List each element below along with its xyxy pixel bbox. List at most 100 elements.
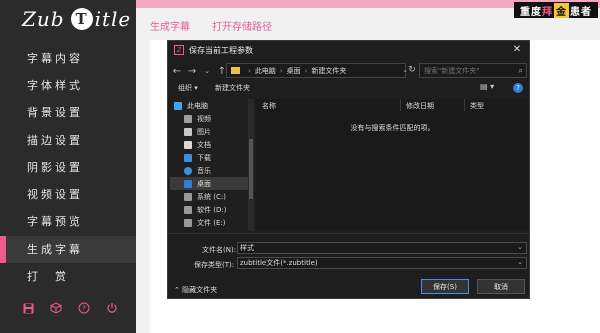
filename-label: 文件名(N): [202, 246, 237, 254]
svg-text:?: ? [82, 305, 86, 313]
save-icon[interactable] [20, 300, 36, 316]
sidebar-item-label: 字幕预览 [27, 215, 83, 228]
breadcrumb-this-pc[interactable]: 此电脑 [255, 66, 276, 76]
dialog-toolbar: 组织 ▾ 新建文件夹 ▤ ▾ ? [168, 81, 529, 97]
breadcrumb-desktop[interactable]: 桌面 [287, 66, 301, 76]
search-input[interactable] [424, 66, 512, 75]
column-header-name[interactable]: 名称 [262, 101, 276, 111]
sidebar-item-shadow[interactable]: 阴影设置 [0, 154, 136, 181]
sidebar-item-font-style[interactable]: 字体样式 [0, 72, 136, 99]
sidebar-item-label: 视频设置 [27, 188, 83, 201]
logo-right: itle [94, 7, 132, 31]
chevron-down-icon[interactable]: ⌄ [201, 64, 213, 78]
logo-t-ring: T [70, 8, 93, 30]
tree-item-label: 系统 (C:) [197, 192, 226, 201]
search-icon: ⌕ [518, 66, 523, 75]
tree-item-label: 桌面 [197, 179, 211, 188]
tree-item-label: 文件 (E:) [197, 218, 226, 227]
close-icon[interactable]: ✕ [511, 43, 523, 55]
tree-item-documents[interactable]: 文档 [170, 138, 248, 151]
forward-icon[interactable]: → [186, 64, 198, 78]
tree-item-label: 下载 [197, 153, 211, 162]
sidebar-item-label: 生成字幕 [27, 243, 83, 256]
brand-badge-part4: 患者 [570, 6, 592, 18]
sidebar-item-label: 背景设置 [27, 106, 83, 119]
tree-item-label: 软件 (D:) [197, 205, 227, 214]
tree-item-drive-d[interactable]: 软件 (D:) [170, 203, 248, 216]
new-folder-button[interactable]: 新建文件夹 [215, 83, 250, 93]
filetype-label: 保存类型(T): [194, 261, 235, 269]
tree-item-label: 视频 [197, 114, 211, 123]
folder-icon [231, 67, 240, 74]
power-icon[interactable] [104, 300, 120, 316]
dialog-title-bar: Z 保存当前工程参数 [168, 41, 529, 59]
cancel-button[interactable]: 取消 [477, 279, 525, 294]
empty-results-message: 没有与搜索条件匹配的项。 [350, 124, 435, 132]
column-header-modified[interactable]: 修改日期 [406, 101, 434, 111]
tree-item-videos[interactable]: 视频 [170, 112, 248, 125]
logo-left: Zub [22, 7, 65, 31]
organize-button[interactable]: 组织 ▾ [178, 83, 198, 93]
back-icon[interactable]: ← [171, 64, 183, 78]
filename-value: 样式 [240, 244, 254, 252]
sidebar-item-subtitle-content[interactable]: 字幕内容 [0, 45, 136, 72]
column-header-type[interactable]: 类型 [470, 101, 484, 111]
app-sidebar: Zub T itle 字幕内容 字体样式 背景设置 描边设置 阴影设置 视频设置… [0, 0, 136, 333]
nav-scrollbar[interactable] [248, 99, 254, 231]
help-icon[interactable]: ? [76, 300, 92, 316]
dialog-title: 保存当前工程参数 [189, 45, 253, 55]
refresh-icon[interactable]: ↻ [406, 64, 418, 76]
filetype-select[interactable]: zubtitle文件(*.zubtitle) ⌄ [237, 257, 527, 269]
tree-item-this-pc[interactable]: 此电脑 [170, 99, 248, 112]
document-icon [184, 140, 192, 149]
brand-badge: 重度 拜 金 患者 [514, 2, 598, 18]
computer-icon [174, 101, 182, 110]
navigation-pane: 此电脑 视频 图片 文档 下载 音乐 桌面 系统 (C:) 软件 (D:) 文件… [170, 99, 254, 231]
tree-item-label: 音乐 [197, 166, 211, 175]
tree-item-drive-e[interactable]: 文件 (E:) [170, 216, 248, 229]
address-bar[interactable]: › 此电脑 › 桌面 › 新建文件夹 [226, 63, 406, 78]
tree-item-music[interactable]: 音乐 [170, 164, 248, 177]
music-icon [184, 166, 192, 175]
video-icon [184, 114, 192, 123]
sidebar-item-label: 阴影设置 [27, 161, 83, 174]
file-list-pane: 名称 修改日期 类型 没有与搜索条件匹配的项。 [256, 99, 529, 231]
sidebar-item-outline[interactable]: 描边设置 [0, 127, 136, 154]
app-logo: Zub T itle [22, 6, 131, 32]
tree-item-drive-c[interactable]: 系统 (C:) [170, 190, 248, 203]
hide-folders-label: 隐藏文件夹 [182, 286, 218, 294]
brand-badge-part1: 重度 [520, 6, 542, 18]
breadcrumb-new-folder[interactable]: 新建文件夹 [311, 66, 346, 76]
address-row: ← → ⌄ ↑ › 此电脑 › 桌面 › 新建文件夹 ⌄ ↻ ⌕ [168, 61, 529, 81]
sidebar-item-label: 描边设置 [27, 134, 83, 147]
sidebar-item-label: 打 赏 [27, 270, 69, 283]
chevron-down-icon[interactable]: ⌄ [517, 243, 523, 251]
tab-open-storage-path[interactable]: 打开存储路径 [212, 18, 272, 33]
filetype-value: zubtitle文件(*.zubtitle) [240, 259, 318, 267]
filename-field[interactable]: 样式 ⌄ [237, 242, 527, 254]
hide-folders-toggle[interactable]: ⌃ 隐藏文件夹 [174, 285, 217, 295]
tree-item-downloads[interactable]: 下载 [170, 151, 248, 164]
search-field[interactable]: ⌕ [419, 63, 527, 78]
tab-generate-subtitle[interactable]: 生成字幕 [150, 18, 190, 33]
tree-item-label: 文档 [197, 140, 211, 149]
sidebar-item-label: 字体样式 [27, 79, 83, 92]
save-dialog: Z 保存当前工程参数 ✕ ← → ⌄ ↑ › 此电脑 › 桌面 › 新建文件夹 … [167, 40, 530, 299]
chevron-down-icon[interactable]: ⌄ [517, 258, 523, 266]
sidebar-item-background[interactable]: 背景设置 [0, 99, 136, 126]
brand-badge-part3: 金 [554, 2, 569, 18]
tree-item-label: 此电脑 [187, 101, 208, 110]
scroll-thumb[interactable] [249, 139, 253, 199]
cube-icon[interactable] [48, 300, 64, 316]
tree-item-pictures[interactable]: 图片 [170, 125, 248, 138]
app-icon: Z [174, 45, 184, 55]
help-icon[interactable]: ? [513, 83, 523, 93]
tree-item-desktop[interactable]: 桌面 [170, 177, 248, 190]
sidebar-item-donate[interactable]: 打 赏 [0, 263, 136, 290]
sidebar-item-video[interactable]: 视频设置 [0, 181, 136, 208]
view-options-icon[interactable]: ▤ ▾ [480, 82, 494, 91]
save-button[interactable]: 保存(S) [421, 279, 469, 294]
sidebar-item-generate[interactable]: 生成字幕 [0, 236, 136, 263]
sidebar-item-preview[interactable]: 字幕预览 [0, 208, 136, 235]
tree-item-label: 图片 [197, 127, 211, 136]
